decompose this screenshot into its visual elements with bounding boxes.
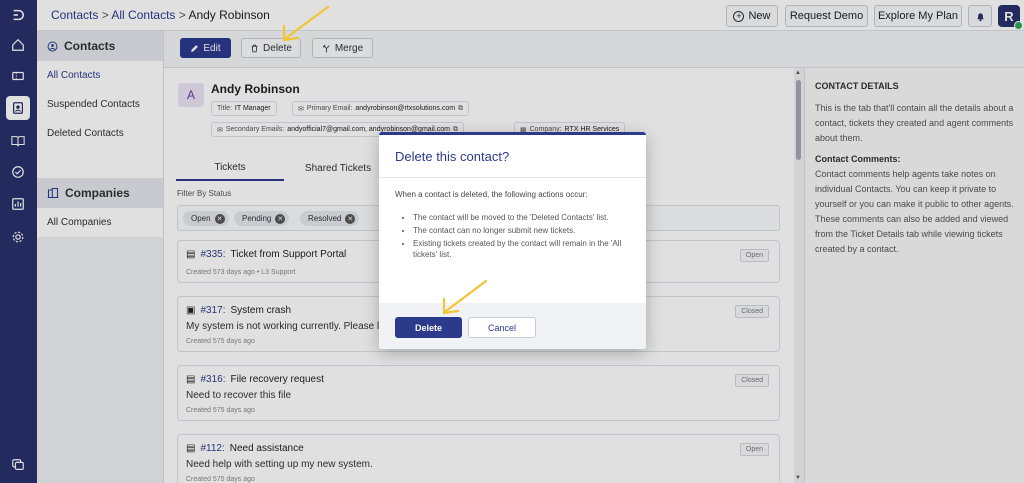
cancel-button[interactable]: Cancel [468,317,536,338]
annotation-arrow [282,5,330,42]
dialog-consequence: The contact can no longer submit new tic… [413,225,633,236]
annotation-arrow [442,279,488,315]
dialog-title: Delete this contact? [395,149,510,164]
dialog-footer: Delete Cancel [379,303,646,349]
dialog-consequence: Existing tickets created by the contact … [413,238,633,260]
dialog-consequence: The contact will be moved to the 'Delete… [413,212,633,223]
delete-contact-dialog: Delete this contact? When a contact is d… [379,132,646,349]
dialog-divider [379,177,646,178]
confirm-delete-button[interactable]: Delete [395,317,462,338]
dialog-consequences-list: The contact will be moved to the 'Delete… [413,212,633,262]
dialog-intro: When a contact is deleted, the following… [395,190,588,199]
